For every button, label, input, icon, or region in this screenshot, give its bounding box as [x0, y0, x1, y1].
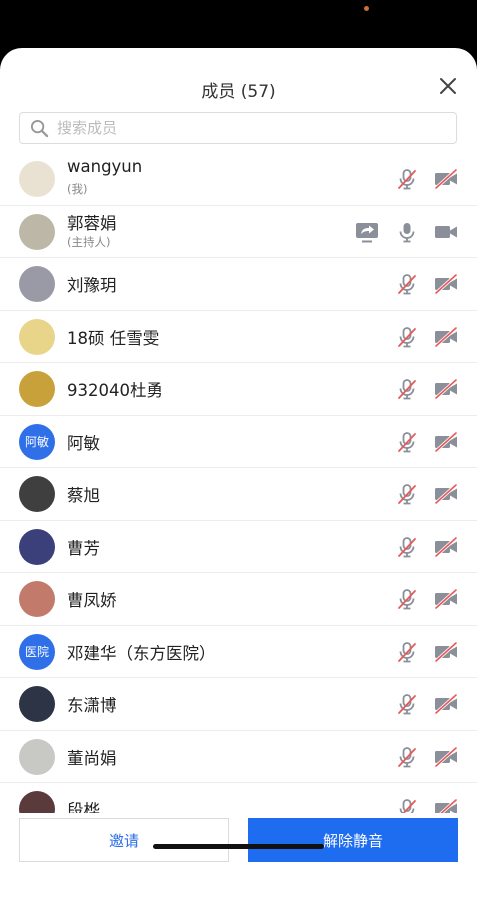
member-name: 曹凤娇 [67, 591, 117, 610]
camera-off-icon[interactable] [434, 798, 458, 813]
camera-off-icon[interactable] [434, 273, 458, 295]
member-name: 曹芳 [67, 538, 100, 558]
mic-muted-icon[interactable] [395, 378, 419, 400]
avatar [19, 686, 55, 722]
member-row[interactable]: 932040杜勇 [0, 363, 477, 416]
member-name: 段桦 [67, 801, 100, 813]
avatar [19, 528, 55, 565]
member-role: (我) [67, 182, 88, 196]
unmute-all-button[interactable]: 解除静音 [248, 818, 458, 862]
mic-muted-icon[interactable] [395, 536, 419, 558]
camera-off-icon[interactable] [434, 431, 458, 453]
search-box[interactable] [19, 112, 457, 144]
member-name: 932040杜勇 [67, 381, 163, 400]
avatar: 阿敏 [19, 423, 55, 460]
camera-off-icon[interactable] [434, 693, 458, 715]
member-name: 阿敏 [67, 433, 100, 453]
camera-off-icon[interactable] [434, 641, 458, 663]
member-role: (主持人) [67, 234, 111, 249]
member-name: 郭蓉娟 [67, 213, 117, 233]
member-name: 蔡旭 [67, 486, 100, 505]
camera-off-icon[interactable] [434, 746, 458, 768]
mic-muted-icon[interactable] [395, 588, 419, 610]
camera-icon[interactable] [434, 221, 458, 243]
member-name: 邓建华（东方医院） [67, 643, 216, 663]
panel-header: 成员 (57) [0, 48, 477, 144]
member-row[interactable]: 曹凤娇 [0, 573, 477, 626]
mic-muted-icon[interactable] [395, 483, 419, 505]
member-row[interactable]: 董尚娟 [0, 731, 477, 783]
panel-title: 成员 (57) [201, 82, 276, 102]
screen-share-icon[interactable] [355, 221, 379, 243]
panel-footer: 邀请 解除静音 [0, 813, 477, 905]
member-row[interactable]: 郭蓉娟 (主持人) [0, 206, 477, 258]
member-list[interactable]: wangyun (我) 郭蓉娟 (主持人) 刘豫玥 18硕 任雪雯 932040杜勇 阿敏 阿敏… [0, 153, 477, 813]
member-row[interactable]: 18硕 任雪雯 [0, 311, 477, 363]
member-row[interactable]: wangyun (我) [0, 153, 477, 206]
close-icon[interactable] [439, 77, 457, 95]
avatar [19, 318, 55, 355]
member-name: 董尚娟 [67, 748, 117, 768]
avatar [19, 476, 55, 512]
avatar [19, 213, 55, 250]
mic-icon[interactable] [395, 221, 419, 243]
camera-off-icon[interactable] [434, 378, 458, 400]
member-row[interactable]: 刘豫玥 [0, 258, 477, 311]
camera-off-icon[interactable] [434, 483, 458, 505]
camera-off-icon[interactable] [434, 588, 458, 610]
mic-muted-icon[interactable] [395, 693, 419, 715]
camera-off-icon[interactable] [434, 168, 458, 190]
mic-muted-icon[interactable] [395, 273, 419, 295]
invite-button[interactable]: 邀请 [19, 818, 229, 862]
member-name: 东潇博 [67, 696, 117, 715]
camera-off-icon[interactable] [434, 536, 458, 558]
avatar [19, 161, 55, 197]
search-icon [30, 119, 49, 137]
members-panel: 成员 (57) wangyun (我) 郭蓉娟(主持人) 刘豫玥 18硕 任雪雯 9320… [0, 48, 477, 905]
avatar [19, 738, 55, 775]
search-input[interactable] [55, 118, 456, 138]
member-row[interactable]: 段桦 [0, 783, 477, 813]
mic-muted-icon[interactable] [395, 798, 419, 813]
member-name: 18硕 任雪雯 [67, 328, 160, 348]
mic-muted-icon[interactable] [395, 326, 419, 348]
member-row[interactable]: 医院 邓建华（东方医院） [0, 626, 477, 678]
avatar [19, 791, 55, 813]
member-row[interactable]: 阿敏 阿敏 [0, 416, 477, 468]
avatar: 医院 [19, 633, 55, 670]
member-name: wangyun [67, 157, 143, 176]
member-row[interactable]: 曹芳 [0, 521, 477, 573]
member-row[interactable]: 蔡旭 [0, 468, 477, 521]
avatar [19, 581, 55, 617]
mic-muted-icon[interactable] [395, 431, 419, 453]
member-name: 刘豫玥 [67, 276, 117, 295]
mic-muted-icon[interactable] [395, 746, 419, 768]
avatar [19, 371, 55, 407]
member-row[interactable]: 东潇博 [0, 678, 477, 731]
avatar [19, 266, 55, 302]
camera-indicator [364, 6, 369, 11]
mic-muted-icon[interactable] [395, 168, 419, 190]
mic-muted-icon[interactable] [395, 641, 419, 663]
home-indicator[interactable] [153, 844, 324, 849]
camera-off-icon[interactable] [434, 326, 458, 348]
